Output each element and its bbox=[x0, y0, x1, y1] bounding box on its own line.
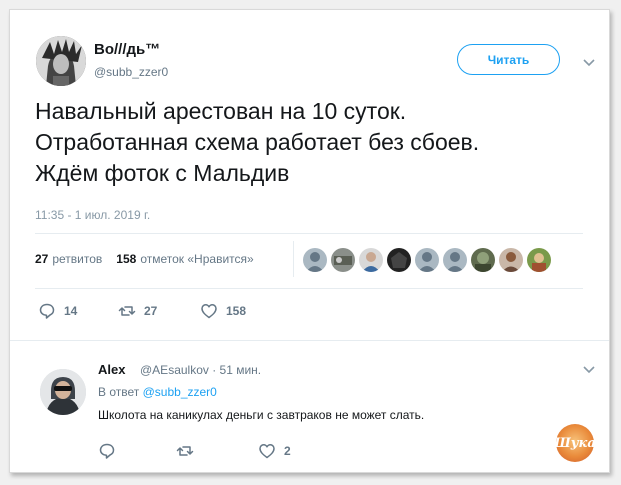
retweets-count: 27 bbox=[35, 252, 49, 266]
reply-count: 14 bbox=[64, 304, 78, 318]
watermark-logo: Шука bbox=[554, 424, 596, 462]
chevron-down-icon[interactable] bbox=[582, 362, 596, 376]
retweet-icon bbox=[118, 306, 136, 316]
liker-avatar[interactable] bbox=[443, 248, 467, 272]
heart-icon bbox=[259, 444, 275, 459]
heart-icon bbox=[201, 304, 217, 319]
in-reply-prefix: В ответ bbox=[98, 385, 140, 399]
liker-avatar[interactable] bbox=[359, 248, 383, 272]
reply-author-name[interactable]: Alex bbox=[98, 362, 125, 377]
reply-retweet-button[interactable] bbox=[176, 442, 202, 460]
liker-avatar[interactable] bbox=[499, 248, 523, 272]
divider bbox=[35, 233, 583, 234]
divider bbox=[293, 241, 294, 277]
in-reply-handle-link[interactable]: @subb_zzer0 bbox=[143, 385, 217, 399]
author-avatar[interactable] bbox=[36, 36, 86, 86]
likes-stat[interactable]: 158 отметок «Нравится» bbox=[116, 252, 253, 266]
divider bbox=[35, 288, 583, 289]
tweet-timestamp[interactable]: 11:35 - 1 июл. 2019 г. bbox=[35, 208, 150, 222]
retweets-label: ретвитов bbox=[52, 252, 103, 266]
liker-avatar[interactable] bbox=[331, 248, 355, 272]
liker-avatar[interactable] bbox=[387, 248, 411, 272]
watermark-text: Шука bbox=[554, 435, 596, 451]
retweet-count: 27 bbox=[144, 304, 158, 318]
author-name[interactable]: Во///дь™ bbox=[94, 41, 160, 58]
likes-label: отметок «Нравится» bbox=[140, 252, 254, 266]
liker-avatar[interactable] bbox=[527, 248, 551, 272]
retweet-button[interactable]: 27 bbox=[118, 302, 157, 320]
tweet-stats: 27 ретвитов 158 отметок «Нравится» bbox=[35, 252, 254, 266]
reply-icon bbox=[39, 303, 55, 319]
retweet-icon bbox=[176, 446, 194, 456]
reply-text: Школота на каникулах деньги с завтраков … bbox=[98, 408, 425, 422]
likers-avatars bbox=[303, 248, 551, 272]
reply-like-count: 2 bbox=[284, 444, 291, 458]
reply-reply-button[interactable] bbox=[98, 442, 124, 460]
like-count: 158 bbox=[226, 304, 247, 318]
liker-avatar[interactable] bbox=[415, 248, 439, 272]
author-handle[interactable]: @subb_zzer0 bbox=[94, 65, 168, 79]
reply-icon bbox=[99, 443, 115, 459]
likes-count: 158 bbox=[116, 252, 137, 266]
reply-meta[interactable]: @AEsaulkov · 51 мин. bbox=[140, 363, 261, 377]
reply-button[interactable]: 14 bbox=[38, 302, 77, 320]
reply-like-button[interactable]: 2 bbox=[258, 442, 291, 460]
tweet-card: Во///дь™ @subb_zzer0 Читать Навальный ар… bbox=[9, 9, 610, 473]
like-button[interactable]: 158 bbox=[200, 302, 246, 320]
divider bbox=[10, 340, 609, 341]
reply-author-avatar[interactable] bbox=[40, 369, 86, 415]
follow-button[interactable]: Читать bbox=[457, 44, 560, 75]
liker-avatar[interactable] bbox=[471, 248, 495, 272]
liker-avatar[interactable] bbox=[303, 248, 327, 272]
tweet-text: Навальный арестован на 10 суток. Отработ… bbox=[35, 98, 480, 186]
retweets-stat[interactable]: 27 ретвитов bbox=[35, 252, 102, 266]
chevron-down-icon[interactable] bbox=[582, 55, 596, 69]
in-reply-to: В ответ @subb_zzer0 bbox=[98, 385, 217, 399]
